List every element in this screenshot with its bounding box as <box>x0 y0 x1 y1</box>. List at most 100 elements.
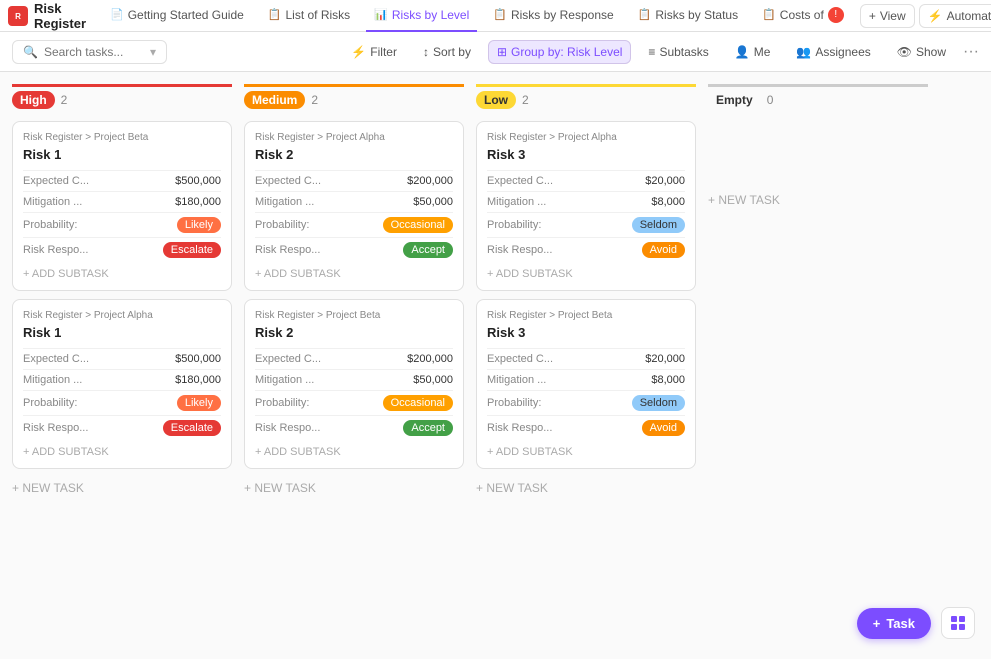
mitigation-val-m1: $50,000 <box>413 196 453 208</box>
me-label: Me <box>754 45 771 59</box>
tab-icon-costs: 📋 <box>762 8 776 21</box>
card-breadcrumb-high-2: Risk Register > Project Alpha <box>23 310 221 321</box>
show-button[interactable]: 👁 Show <box>888 40 955 64</box>
card-row-mitigation-high-1: Mitigation ... $180,000 <box>23 191 221 212</box>
mitigation-label-l1: Mitigation ... <box>487 196 546 208</box>
card-low-2: Risk Register > Project Beta Risk 3 Expe… <box>476 299 696 469</box>
column-header-low: Low 2 <box>476 84 696 113</box>
column-low: Low 2 Risk Register > Project Alpha Risk… <box>476 84 696 499</box>
tab-icon-level: 📊 <box>374 8 388 21</box>
tab-costs[interactable]: 📋 Costs of ! <box>754 0 852 32</box>
empty-badge: Empty <box>708 91 761 109</box>
mitigation-label-m2: Mitigation ... <box>255 374 314 386</box>
search-icon: 🔍 <box>23 45 38 59</box>
tab-icon-list: 📋 <box>268 8 282 21</box>
tab-icon-status: 📋 <box>638 8 652 21</box>
search-box[interactable]: 🔍 ▾ <box>12 40 167 64</box>
card-row-response-low-1: Risk Respo... Avoid <box>487 237 685 262</box>
filter-label: Filter <box>370 45 397 59</box>
expected-val-m1: $200,000 <box>407 175 453 187</box>
tab-risks-by-response[interactable]: 📋 Risks by Response <box>485 0 621 32</box>
probability-label-h2: Probability: <box>23 397 77 409</box>
card-title-medium-1[interactable]: Risk 2 <box>255 147 453 162</box>
add-subtask-medium-1[interactable]: + ADD SUBTASK <box>255 268 453 280</box>
new-task-low[interactable]: + NEW TASK <box>476 477 696 499</box>
new-task-medium[interactable]: + NEW TASK <box>244 477 464 499</box>
automate-icon: ⚡ <box>928 9 943 23</box>
card-low-1: Risk Register > Project Alpha Risk 3 Exp… <box>476 121 696 291</box>
expected-val-h2: $500,000 <box>175 353 221 365</box>
plus-icon: + <box>873 616 881 631</box>
card-title-high-1[interactable]: Risk 1 <box>23 147 221 162</box>
column-header-empty: Empty 0 <box>708 84 928 113</box>
add-subtask-medium-2[interactable]: + ADD SUBTASK <box>255 446 453 458</box>
response-pill-l2: Avoid <box>642 420 685 436</box>
automate-button[interactable]: ⚡ Automate ▾ <box>919 4 991 28</box>
task-fab[interactable]: + Task <box>857 608 931 639</box>
add-subtask-high-1[interactable]: + ADD SUBTASK <box>23 268 221 280</box>
tab-list-of-risks[interactable]: 📋 List of Risks <box>260 0 358 32</box>
card-medium-2: Risk Register > Project Beta Risk 2 Expe… <box>244 299 464 469</box>
expected-val-m2: $200,000 <box>407 353 453 365</box>
tab-risks-by-status[interactable]: 📋 Risks by Status <box>630 0 746 32</box>
card-title-low-2[interactable]: Risk 3 <box>487 325 685 340</box>
probability-pill-h1: Likely <box>177 217 221 233</box>
tab-getting-started[interactable]: 📄 Getting Started Guide <box>102 0 252 32</box>
sort-by-button[interactable]: ↕ Sort by <box>414 40 480 64</box>
new-task-empty[interactable]: + NEW TASK <box>708 189 928 211</box>
card-row-expected-high-1: Expected C... $500,000 <box>23 170 221 191</box>
probability-label-l1: Probability: <box>487 219 541 231</box>
card-title-low-1[interactable]: Risk 3 <box>487 147 685 162</box>
card-medium-1: Risk Register > Project Alpha Risk 2 Exp… <box>244 121 464 291</box>
column-empty: Empty 0 + NEW TASK <box>708 84 928 211</box>
probability-label-m2: Probability: <box>255 397 309 409</box>
filter-icon: ⚡ <box>351 45 366 59</box>
response-pill-h1: Escalate <box>163 242 221 258</box>
column-header-high: High 2 <box>12 84 232 113</box>
probability-label-m1: Probability: <box>255 219 309 231</box>
response-pill-l1: Avoid <box>642 242 685 258</box>
card-row-expected-medium-2: Expected C... $200,000 <box>255 348 453 369</box>
column-medium: Medium 2 Risk Register > Project Alpha R… <box>244 84 464 499</box>
more-options-button[interactable]: ··· <box>963 43 979 61</box>
add-subtask-low-2[interactable]: + ADD SUBTASK <box>487 446 685 458</box>
me-icon: 👤 <box>735 45 750 59</box>
search-input[interactable] <box>44 45 144 59</box>
tab-risks-by-level[interactable]: 📊 Risks by Level <box>366 0 477 32</box>
card-breadcrumb-medium-2: Risk Register > Project Beta <box>255 310 453 321</box>
probability-pill-h2: Likely <box>177 395 221 411</box>
board: High 2 Risk Register > Project Beta Risk… <box>0 72 991 659</box>
medium-badge: Medium <box>244 91 305 109</box>
grid-view-button[interactable] <box>941 607 975 639</box>
card-title-high-2[interactable]: Risk 1 <box>23 325 221 340</box>
group-by-button[interactable]: ⊞ Group by: Risk Level <box>488 40 631 64</box>
new-task-high[interactable]: + NEW TASK <box>12 477 232 499</box>
card-row-response-medium-1: Risk Respo... Accept <box>255 237 453 262</box>
tab-label-response: Risks by Response <box>511 8 614 22</box>
response-label-m1: Risk Respo... <box>255 244 320 256</box>
tab-label-getting-started: Getting Started Guide <box>128 8 244 22</box>
mitigation-val-l2: $8,000 <box>651 374 685 386</box>
subtasks-button[interactable]: ≡ Subtasks <box>639 40 717 64</box>
expected-val-h1: $500,000 <box>175 175 221 187</box>
card-row-response-low-2: Risk Respo... Avoid <box>487 415 685 440</box>
app-title: Risk Register <box>34 1 86 31</box>
column-high: High 2 Risk Register > Project Beta Risk… <box>12 84 232 499</box>
assignees-button[interactable]: 👥 Assignees <box>787 40 879 64</box>
card-title-medium-2[interactable]: Risk 2 <box>255 325 453 340</box>
add-view-button[interactable]: + View <box>860 4 915 28</box>
card-row-probability-medium-2: Probability: Occasional <box>255 390 453 415</box>
filter-button[interactable]: ⚡ Filter <box>342 40 406 64</box>
expected-label-m1: Expected C... <box>255 175 321 187</box>
probability-pill-l1: Seldom <box>632 217 685 233</box>
card-row-mitigation-medium-2: Mitigation ... $50,000 <box>255 369 453 390</box>
card-row-expected-low-2: Expected C... $20,000 <box>487 348 685 369</box>
plus-icon: + <box>869 9 876 23</box>
add-subtask-low-1[interactable]: + ADD SUBTASK <box>487 268 685 280</box>
card-row-response-high-2: Risk Respo... Escalate <box>23 415 221 440</box>
high-badge: High <box>12 91 55 109</box>
empty-count: 0 <box>767 93 774 107</box>
me-button[interactable]: 👤 Me <box>726 40 780 64</box>
add-subtask-high-2[interactable]: + ADD SUBTASK <box>23 446 221 458</box>
low-badge: Low <box>476 91 516 109</box>
